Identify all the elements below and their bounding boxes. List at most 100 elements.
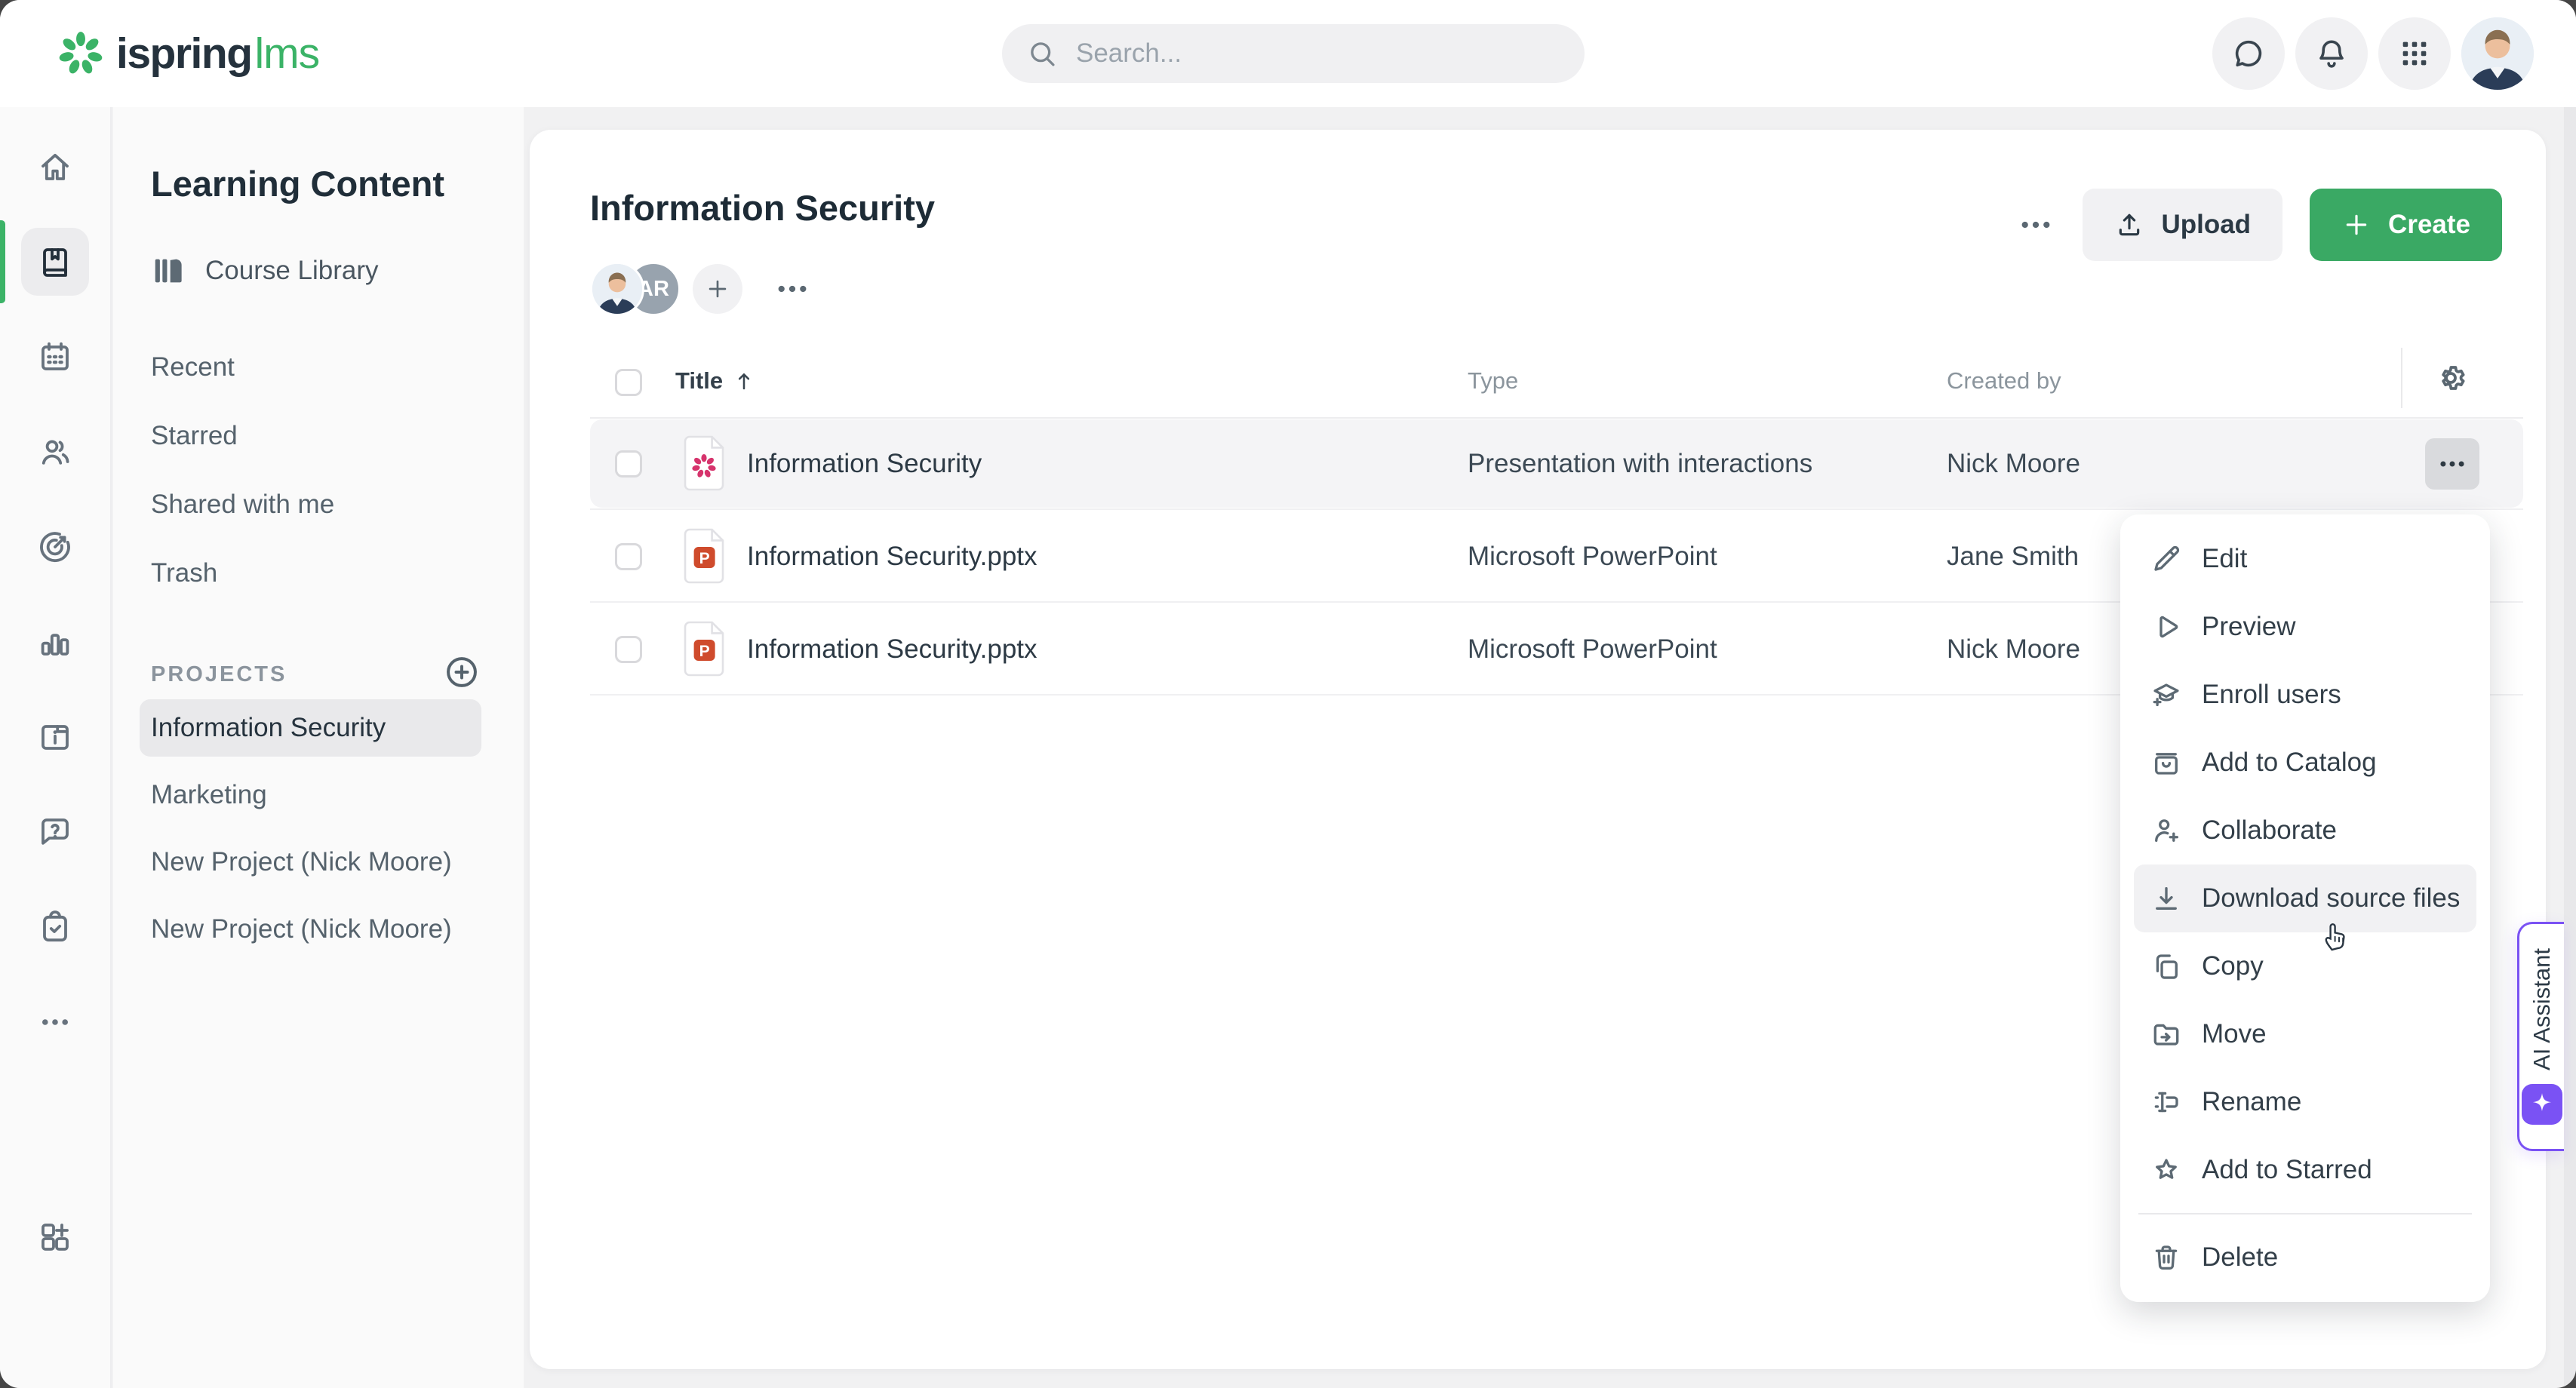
- scrollbar-track[interactable]: [2564, 107, 2576, 1388]
- ispring-logo-icon: [57, 30, 104, 77]
- context-menu-item[interactable]: Copy: [2134, 932, 2476, 1000]
- row-title[interactable]: Information Security.pptx: [747, 603, 1037, 696]
- rail-item-calendar[interactable]: [21, 323, 89, 391]
- upload-button[interactable]: Upload: [2083, 189, 2282, 261]
- search-bar[interactable]: [1002, 24, 1585, 83]
- rail-item-apps[interactable]: [21, 1203, 89, 1271]
- card-actions: Upload Create: [2016, 189, 2502, 261]
- create-button[interactable]: Create: [2310, 189, 2502, 261]
- user-plus-icon: [2150, 815, 2182, 846]
- context-menu-item[interactable]: Edit: [2134, 525, 2476, 593]
- download-icon: [2150, 883, 2182, 914]
- file-ispring-icon: [681, 434, 729, 493]
- user-avatar[interactable]: [2461, 17, 2534, 90]
- library-icon: [151, 253, 186, 288]
- copy-icon: [2150, 950, 2182, 982]
- rail-item-catalog[interactable]: [21, 703, 89, 771]
- row-actions-button[interactable]: [2425, 438, 2479, 490]
- row-checkbox[interactable]: [615, 636, 642, 663]
- context-menu-item[interactable]: Preview: [2134, 593, 2476, 661]
- row-checkbox[interactable]: [615, 543, 642, 570]
- add-collaborator-button[interactable]: [693, 264, 742, 314]
- top-bar: ispringlms: [0, 0, 2576, 107]
- context-menu-item[interactable]: Add to Starred: [2134, 1136, 2476, 1204]
- nav-rail: [0, 107, 112, 1388]
- row-title[interactable]: Information Security: [747, 417, 982, 510]
- rail-item-home[interactable]: [21, 133, 89, 201]
- rail-item-reports[interactable]: [21, 513, 89, 581]
- search-input[interactable]: [1074, 38, 1560, 69]
- select-all-checkbox[interactable]: [615, 369, 642, 396]
- row-created-by: Nick Moore: [1947, 417, 2080, 510]
- context-menu-item[interactable]: Rename: [2134, 1068, 2476, 1136]
- info-window-icon: [37, 719, 73, 755]
- table-header: Title Type Created by: [590, 352, 2523, 419]
- context-menu-item[interactable]: Enroll users: [2134, 661, 2476, 729]
- collaborators-more-button[interactable]: [773, 269, 812, 309]
- sort-ascending-icon: [732, 369, 756, 393]
- sidebar: Learning Content Course Library Recent S…: [113, 107, 524, 1388]
- ai-assistant-tab[interactable]: AI Assistant: [2517, 922, 2564, 1151]
- projects-section-label: PROJECTS: [151, 662, 287, 687]
- rail-item-tasks[interactable]: [21, 893, 89, 961]
- course-library-label: Course Library: [205, 256, 379, 286]
- add-project-button[interactable]: [443, 653, 481, 691]
- app-window: ispringlms: [0, 0, 2576, 1388]
- rail-item-support[interactable]: [21, 798, 89, 866]
- svg-text:P: P: [699, 643, 710, 660]
- search-icon: [1026, 38, 1058, 69]
- context-menu-item[interactable]: Collaborate: [2134, 797, 2476, 864]
- column-created-by[interactable]: Created by: [1947, 367, 2061, 395]
- row-type: Microsoft PowerPoint: [1468, 603, 1717, 696]
- table-settings-gear-icon[interactable]: [2433, 360, 2469, 396]
- sidebar-project-item[interactable]: Marketing: [140, 766, 481, 824]
- table-row[interactable]: Information Security Presentation with i…: [530, 417, 2546, 510]
- plus-icon: [705, 276, 730, 302]
- row-title[interactable]: Information Security.pptx: [747, 510, 1037, 603]
- mouse-cursor-pointer: [2318, 917, 2354, 953]
- rail-item-more[interactable]: [21, 988, 89, 1056]
- messages-button[interactable]: [2212, 17, 2285, 90]
- rail-item-learning-content[interactable]: [21, 228, 89, 296]
- logo: ispringlms: [57, 0, 319, 107]
- page-title: Information Security: [590, 187, 935, 229]
- logo-product: lms: [255, 29, 320, 78]
- calendar-icon: [37, 339, 73, 375]
- file-ppt-icon: P: [681, 619, 729, 678]
- sidebar-nav-item[interactable]: Starred: [113, 401, 524, 470]
- sidebar-project-item[interactable]: New Project (Nick Moore): [140, 901, 481, 958]
- play-icon: [2150, 611, 2182, 643]
- logo-brand: ispring: [116, 29, 252, 78]
- menu-divider: [2138, 1213, 2472, 1214]
- row-checkbox[interactable]: [615, 450, 642, 478]
- sidebar-nav-item[interactable]: Recent: [113, 333, 524, 401]
- notifications-button[interactable]: [2295, 17, 2368, 90]
- rename-icon: [2150, 1086, 2182, 1118]
- rail-item-users[interactable]: [21, 418, 89, 486]
- sidebar-project-item[interactable]: Information Security: [140, 699, 481, 757]
- collaborators: AR: [590, 263, 812, 315]
- users-icon: [37, 434, 73, 470]
- column-title[interactable]: Title: [675, 367, 756, 395]
- dots-icon: [37, 1004, 73, 1040]
- context-menu-item[interactable]: Download source files: [2134, 864, 2476, 932]
- rail-item-analytics[interactable]: [21, 608, 89, 676]
- context-menu: Edit Preview Enroll users Add to Catalog: [2120, 514, 2490, 1302]
- collaborator-avatar[interactable]: [590, 262, 644, 316]
- home-icon: [37, 149, 73, 185]
- context-menu-item[interactable]: Move: [2134, 1000, 2476, 1068]
- upload-icon: [2114, 210, 2144, 240]
- bar-chart-icon: [37, 624, 73, 660]
- clipboard-icon: [37, 909, 73, 945]
- sidebar-nav-item[interactable]: Shared with me: [113, 470, 524, 539]
- column-type[interactable]: Type: [1468, 367, 1518, 395]
- sidebar-item-course-library[interactable]: Course Library: [151, 249, 379, 293]
- file-ppt-icon: P: [681, 527, 729, 585]
- context-menu-item[interactable]: Add to Catalog: [2134, 729, 2476, 797]
- sidebar-project-item[interactable]: New Project (Nick Moore): [140, 834, 481, 891]
- context-menu-item[interactable]: Delete: [2134, 1224, 2476, 1291]
- top-actions: [2212, 17, 2534, 90]
- project-more-button[interactable]: [2016, 205, 2055, 244]
- apps-button[interactable]: [2378, 17, 2451, 90]
- sidebar-nav-item[interactable]: Trash: [113, 539, 524, 607]
